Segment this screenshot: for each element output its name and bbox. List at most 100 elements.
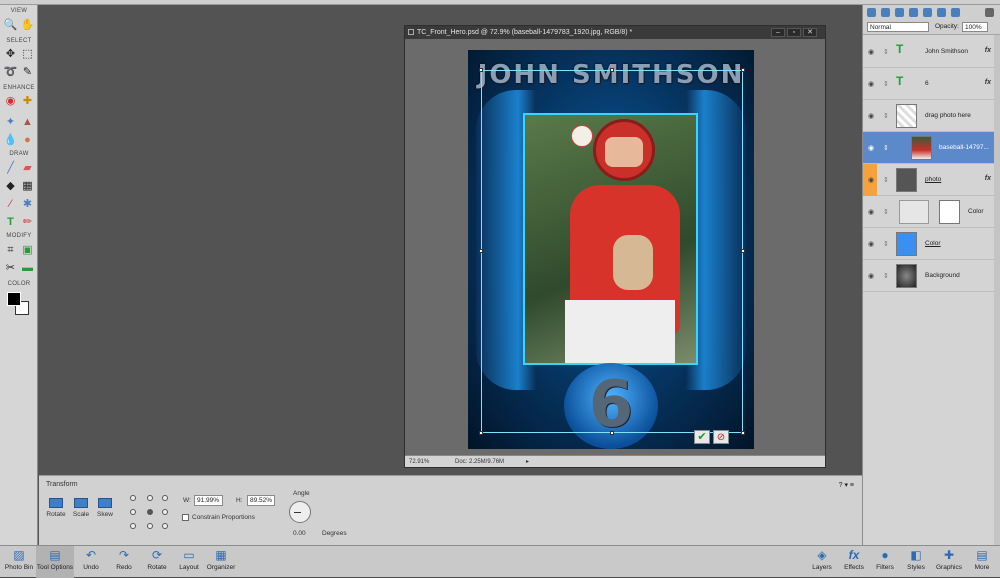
clone-stamp-tool-icon[interactable]: ▲ bbox=[20, 115, 35, 129]
link-icon[interactable]: ⇕ bbox=[883, 144, 889, 152]
visibility-eye-icon[interactable]: ◉ bbox=[868, 112, 874, 120]
lock-icon[interactable] bbox=[923, 8, 932, 17]
tool-options-button[interactable]: ▤ Tool Options bbox=[36, 546, 74, 578]
reference-point[interactable] bbox=[130, 495, 136, 501]
recompose-tool-icon[interactable]: ▣ bbox=[20, 243, 35, 257]
pencil-tool-icon[interactable]: ✏ bbox=[20, 215, 35, 229]
layer-fx-icon[interactable]: fx bbox=[985, 47, 991, 54]
visibility-eye-icon[interactable]: ◉ bbox=[868, 176, 874, 184]
gradient-tool-icon[interactable]: ▦ bbox=[20, 179, 35, 193]
layers-scrollbar[interactable] bbox=[994, 35, 1000, 545]
transform-bounding-box[interactable] bbox=[479, 68, 745, 435]
link-icon[interactable]: ⇕ bbox=[883, 80, 889, 88]
layer-row-selected[interactable]: ◉ ⇕ baseball-14797... bbox=[863, 132, 1000, 164]
layers-button[interactable]: ◈ Layers bbox=[808, 548, 836, 571]
transform-handle-tr[interactable] bbox=[741, 68, 745, 72]
lock-all-icon[interactable] bbox=[937, 8, 946, 17]
close-icon[interactable]: ✕ bbox=[803, 28, 817, 37]
zoom-tool-icon[interactable]: 🔍 bbox=[3, 18, 18, 32]
link-icon[interactable]: ⇕ bbox=[883, 48, 889, 56]
layer-mask-icon[interactable] bbox=[909, 8, 918, 17]
transform-handle-mr[interactable] bbox=[741, 249, 745, 253]
effects-button[interactable]: fx Effects bbox=[840, 548, 868, 571]
marquee-tool-icon[interactable]: ⬚ bbox=[20, 47, 35, 61]
layer-fx-icon[interactable]: fx bbox=[985, 175, 991, 182]
cancel-transform-button[interactable]: ⊘ bbox=[713, 430, 729, 444]
layer-row[interactable]: ◉ ⇕ photo fx bbox=[863, 164, 1000, 196]
crop-tool-icon[interactable]: ⌗ bbox=[3, 243, 18, 257]
layer-row[interactable]: ◉ ⇕ Color bbox=[863, 228, 1000, 260]
visibility-eye-icon[interactable]: ◉ bbox=[868, 272, 874, 280]
custom-shape-tool-icon[interactable]: ✱ bbox=[20, 197, 35, 211]
reference-point[interactable] bbox=[162, 523, 168, 529]
skew-transform-button[interactable]: Skew bbox=[90, 498, 120, 518]
transform-handle-bc[interactable] bbox=[610, 431, 614, 435]
new-group-icon[interactable] bbox=[881, 8, 890, 17]
visibility-eye-icon[interactable]: ◉ bbox=[868, 240, 874, 248]
paint-bucket-tool-icon[interactable]: ◆ bbox=[3, 179, 18, 193]
redo-button[interactable]: ↷ Redo bbox=[111, 548, 137, 571]
filters-button[interactable]: ● Filters bbox=[871, 548, 899, 571]
transform-handle-br[interactable] bbox=[741, 431, 745, 435]
transform-handle-ml[interactable] bbox=[479, 249, 483, 253]
link-icon[interactable]: ⇕ bbox=[883, 112, 889, 120]
help-icon[interactable]: ? ▾ ≡ bbox=[839, 481, 854, 489]
maximize-icon[interactable]: ▫ bbox=[787, 28, 801, 37]
more-button[interactable]: ▤ More bbox=[968, 548, 996, 571]
smart-brush-tool-icon[interactable]: ✦ bbox=[3, 115, 18, 129]
graphics-button[interactable]: ✚ Graphics bbox=[933, 548, 965, 571]
reference-point[interactable] bbox=[162, 495, 168, 501]
link-icon[interactable]: ⇕ bbox=[883, 240, 889, 248]
quick-selection-tool-icon[interactable]: ✎ bbox=[20, 65, 35, 79]
commit-transform-button[interactable]: ✔ bbox=[694, 430, 710, 444]
photo-bin-button[interactable]: ▨ Photo Bin bbox=[3, 548, 35, 571]
angle-dial[interactable] bbox=[289, 501, 311, 523]
blur-tool-icon[interactable]: 💧 bbox=[3, 133, 18, 147]
reference-point[interactable] bbox=[130, 509, 136, 515]
content-aware-move-tool-icon[interactable]: ✂ bbox=[3, 261, 18, 275]
undo-button[interactable]: ↶ Undo bbox=[78, 548, 104, 571]
organizer-button[interactable]: ▦ Organizer bbox=[204, 548, 238, 571]
link-icon[interactable]: ⇕ bbox=[883, 176, 889, 184]
transform-handle-bl[interactable] bbox=[479, 431, 483, 435]
layer-row[interactable]: ◉ ⇕ Background bbox=[863, 260, 1000, 292]
constrain-proportions-checkbox[interactable] bbox=[182, 514, 189, 521]
layer-row[interactable]: ◉ ⇕ T 6 fx bbox=[863, 68, 1000, 100]
trash-icon[interactable] bbox=[951, 8, 960, 17]
brush-tool-icon[interactable]: ╱ bbox=[3, 161, 18, 175]
visibility-eye-icon[interactable]: ◉ bbox=[868, 80, 874, 88]
transform-handle-tc[interactable] bbox=[610, 68, 614, 72]
reference-point[interactable] bbox=[162, 509, 168, 515]
transform-handle-tl[interactable] bbox=[479, 68, 483, 72]
layer-row[interactable]: ◉ ⇕ Color bbox=[863, 196, 1000, 228]
document-canvas[interactable]: JOHN SMITHSON 6 ✔ ⊘ bbox=[405, 39, 825, 455]
eyedropper-tool-icon[interactable]: ⁄ bbox=[3, 197, 18, 211]
opacity-field[interactable]: 100% bbox=[962, 22, 988, 32]
document-title-bar[interactable]: TC_Front_Hero.psd @ 72.9% (baseball-1479… bbox=[405, 26, 825, 39]
sponge-tool-icon[interactable]: ● bbox=[20, 133, 35, 147]
new-layer-icon[interactable] bbox=[867, 8, 876, 17]
foreground-color-swatch[interactable] bbox=[7, 292, 21, 306]
visibility-eye-icon[interactable]: ◉ bbox=[868, 144, 874, 152]
width-field[interactable]: 91.99% bbox=[194, 495, 223, 506]
minimize-icon[interactable]: – bbox=[771, 28, 785, 37]
move-tool-icon[interactable]: ✥ bbox=[3, 47, 18, 61]
angle-value[interactable]: 0.00 bbox=[293, 530, 306, 537]
status-arrow-icon[interactable]: ▸ bbox=[526, 456, 529, 468]
red-eye-tool-icon[interactable]: ◉ bbox=[3, 94, 18, 108]
layer-fx-icon[interactable]: fx bbox=[985, 79, 991, 86]
zoom-level[interactable]: 72.91% bbox=[409, 456, 429, 468]
layer-row[interactable]: ◉ ⇕ T John Smithson fx bbox=[863, 36, 1000, 68]
rotate-button[interactable]: ⟳ Rotate bbox=[143, 548, 171, 571]
panel-menu-icon[interactable] bbox=[985, 8, 994, 17]
reference-point[interactable] bbox=[147, 523, 153, 529]
adjustment-layer-icon[interactable] bbox=[895, 8, 904, 17]
type-tool-icon[interactable]: T bbox=[3, 215, 18, 229]
styles-button[interactable]: ◧ Styles bbox=[902, 548, 930, 571]
link-icon[interactable]: ⇕ bbox=[883, 272, 889, 280]
reference-point[interactable] bbox=[147, 495, 153, 501]
straighten-tool-icon[interactable]: ▬ bbox=[20, 261, 35, 275]
layout-button[interactable]: ▭ Layout bbox=[175, 548, 203, 571]
eraser-tool-icon[interactable]: ▰ bbox=[20, 161, 35, 175]
hand-tool-icon[interactable]: ✋ bbox=[20, 18, 35, 32]
